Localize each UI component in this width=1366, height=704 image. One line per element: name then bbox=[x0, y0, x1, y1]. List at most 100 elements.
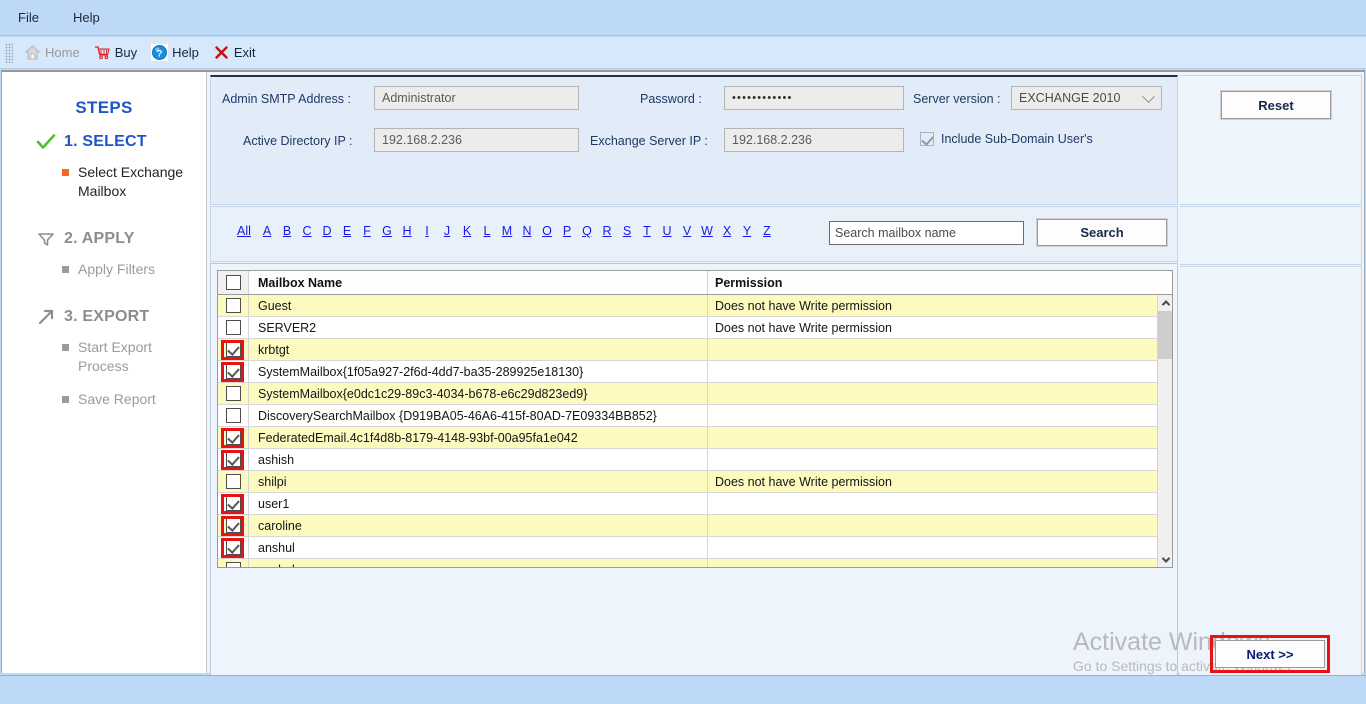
table-row[interactable]: SystemMailbox{e0dc1c29-89c3-4034-b678-e6… bbox=[218, 383, 1157, 405]
sidebar-step-select[interactable]: 1. SELECT bbox=[36, 132, 206, 152]
include-subdomain-checkbox-row[interactable]: Include Sub-Domain User's bbox=[920, 132, 1093, 146]
alpha-filter-l[interactable]: L bbox=[477, 224, 497, 238]
table-row[interactable]: SERVER2 Does not have Write permission bbox=[218, 317, 1157, 339]
row-checkbox[interactable] bbox=[225, 430, 241, 445]
menu-item-file[interactable]: File bbox=[14, 8, 43, 27]
row-checkbox-cell[interactable] bbox=[218, 405, 249, 426]
alpha-filter-m[interactable]: M bbox=[497, 224, 517, 238]
scroll-down-arrow-icon[interactable] bbox=[1158, 552, 1172, 567]
active-directory-ip-input[interactable]: 192.168.2.236 bbox=[374, 128, 579, 152]
sidebar-substep-start-export-process[interactable]: Start Export Process bbox=[62, 338, 187, 376]
alpha-filter-u[interactable]: U bbox=[657, 224, 677, 238]
alpha-filter-s[interactable]: S bbox=[617, 224, 637, 238]
help-info-icon: ? bbox=[151, 44, 169, 61]
alpha-filter-d[interactable]: D bbox=[317, 224, 337, 238]
row-checkbox-cell[interactable] bbox=[218, 295, 249, 316]
toolbar-buy-button[interactable]: Buy bbox=[87, 42, 144, 63]
table-row[interactable]: anchal bbox=[218, 559, 1157, 567]
alpha-filter-b[interactable]: B bbox=[277, 224, 297, 238]
alpha-filter-n[interactable]: N bbox=[517, 224, 537, 238]
scroll-up-arrow-icon[interactable] bbox=[1158, 295, 1172, 310]
alpha-filter-y[interactable]: Y bbox=[737, 224, 757, 238]
alpha-filter-h[interactable]: H bbox=[397, 224, 417, 238]
row-checkbox[interactable] bbox=[225, 364, 241, 379]
select-all-checkbox[interactable] bbox=[225, 275, 241, 290]
row-checkbox-cell[interactable] bbox=[218, 339, 249, 360]
alpha-filter-j[interactable]: J bbox=[437, 224, 457, 238]
alpha-filter-f[interactable]: F bbox=[357, 224, 377, 238]
table-row[interactable]: SystemMailbox{1f05a927-2f6d-4dd7-ba35-28… bbox=[218, 361, 1157, 383]
toolbar-help-button[interactable]: ? Help bbox=[144, 42, 206, 63]
search-button[interactable]: Search bbox=[1036, 218, 1168, 247]
scrollbar-thumb[interactable] bbox=[1158, 311, 1172, 359]
menu-item-help[interactable]: Help bbox=[69, 8, 104, 27]
alpha-filter-k[interactable]: K bbox=[457, 224, 477, 238]
alpha-filter-r[interactable]: R bbox=[597, 224, 617, 238]
row-checkbox-cell[interactable] bbox=[218, 449, 249, 470]
row-checkbox-cell[interactable] bbox=[218, 383, 249, 404]
table-row[interactable]: Guest Does not have Write permission bbox=[218, 295, 1157, 317]
alpha-filter-z[interactable]: Z bbox=[757, 224, 777, 238]
table-row[interactable]: DiscoverySearchMailbox {D919BA05-46A6-41… bbox=[218, 405, 1157, 427]
row-checkbox[interactable] bbox=[225, 518, 241, 533]
row-checkbox[interactable] bbox=[225, 474, 241, 489]
search-input[interactable]: Search mailbox name bbox=[829, 221, 1024, 245]
row-checkbox[interactable] bbox=[225, 320, 241, 335]
alpha-filter-p[interactable]: P bbox=[557, 224, 577, 238]
table-row[interactable]: user1 bbox=[218, 493, 1157, 515]
row-checkbox-cell[interactable] bbox=[218, 493, 249, 514]
grid-select-all-cell[interactable] bbox=[218, 271, 249, 294]
alpha-filter-c[interactable]: C bbox=[297, 224, 317, 238]
alpha-filter-g[interactable]: G bbox=[377, 224, 397, 238]
next-button[interactable]: Next >> bbox=[1215, 640, 1325, 668]
include-subdomain-checkbox[interactable] bbox=[920, 132, 934, 146]
alpha-filter-q[interactable]: Q bbox=[577, 224, 597, 238]
table-row[interactable]: FederatedEmail.4c1f4d8b-8179-4148-93bf-0… bbox=[218, 427, 1157, 449]
row-checkbox[interactable] bbox=[225, 342, 241, 357]
row-checkbox[interactable] bbox=[225, 562, 241, 567]
table-row[interactable]: krbtgt bbox=[218, 339, 1157, 361]
row-checkbox[interactable] bbox=[225, 496, 241, 511]
table-row[interactable]: caroline bbox=[218, 515, 1157, 537]
toolbar-home-button[interactable]: Home bbox=[17, 42, 87, 63]
row-checkbox[interactable] bbox=[225, 298, 241, 313]
table-row[interactable]: shilpi Does not have Write permission bbox=[218, 471, 1157, 493]
alpha-filter-v[interactable]: V bbox=[677, 224, 697, 238]
admin-smtp-input[interactable]: Administrator bbox=[374, 86, 579, 110]
reset-button[interactable]: Reset bbox=[1220, 90, 1332, 120]
sidebar-step-export[interactable]: 3. EXPORT bbox=[36, 307, 206, 327]
row-checkbox-cell[interactable] bbox=[218, 361, 249, 382]
sidebar-substep-select-exchange-mailbox[interactable]: Select Exchange Mailbox bbox=[62, 163, 187, 201]
alpha-filter-e[interactable]: E bbox=[337, 224, 357, 238]
alpha-filter-x[interactable]: X bbox=[717, 224, 737, 238]
row-checkbox[interactable] bbox=[225, 452, 241, 467]
sidebar-substep-apply-filters[interactable]: Apply Filters bbox=[62, 260, 187, 279]
row-checkbox-cell[interactable] bbox=[218, 427, 249, 448]
row-checkbox[interactable] bbox=[225, 408, 241, 423]
table-row[interactable]: anshul bbox=[218, 537, 1157, 559]
alpha-filter-t[interactable]: T bbox=[637, 224, 657, 238]
column-header-permission[interactable]: Permission bbox=[708, 271, 1172, 294]
alpha-filter-i[interactable]: I bbox=[417, 224, 437, 238]
row-checkbox-cell[interactable] bbox=[218, 515, 249, 536]
password-input[interactable]: •••••••••••• bbox=[724, 86, 904, 110]
sidebar-substep-save-report[interactable]: Save Report bbox=[62, 390, 187, 409]
row-checkbox[interactable] bbox=[225, 540, 241, 555]
row-checkbox-cell[interactable] bbox=[218, 559, 249, 567]
grid-vertical-scrollbar[interactable] bbox=[1157, 295, 1172, 567]
alpha-filter-o[interactable]: O bbox=[537, 224, 557, 238]
column-header-mailbox-name[interactable]: Mailbox Name bbox=[249, 271, 708, 294]
toolbar-exit-button[interactable]: Exit bbox=[206, 42, 263, 63]
alpha-filter-a[interactable]: A bbox=[257, 224, 277, 238]
row-checkbox[interactable] bbox=[225, 386, 241, 401]
sidebar-step-apply[interactable]: 2. APPLY bbox=[36, 229, 206, 249]
alpha-filter-all[interactable]: All bbox=[231, 224, 257, 238]
table-row[interactable]: ashish bbox=[218, 449, 1157, 471]
server-version-select[interactable]: EXCHANGE 2010 bbox=[1011, 86, 1162, 110]
steps-title: STEPS bbox=[75, 98, 133, 117]
row-checkbox-cell[interactable] bbox=[218, 317, 249, 338]
row-checkbox-cell[interactable] bbox=[218, 471, 249, 492]
row-checkbox-cell[interactable] bbox=[218, 537, 249, 558]
alpha-filter-w[interactable]: W bbox=[697, 224, 717, 238]
exchange-server-ip-input[interactable]: 192.168.2.236 bbox=[724, 128, 904, 152]
